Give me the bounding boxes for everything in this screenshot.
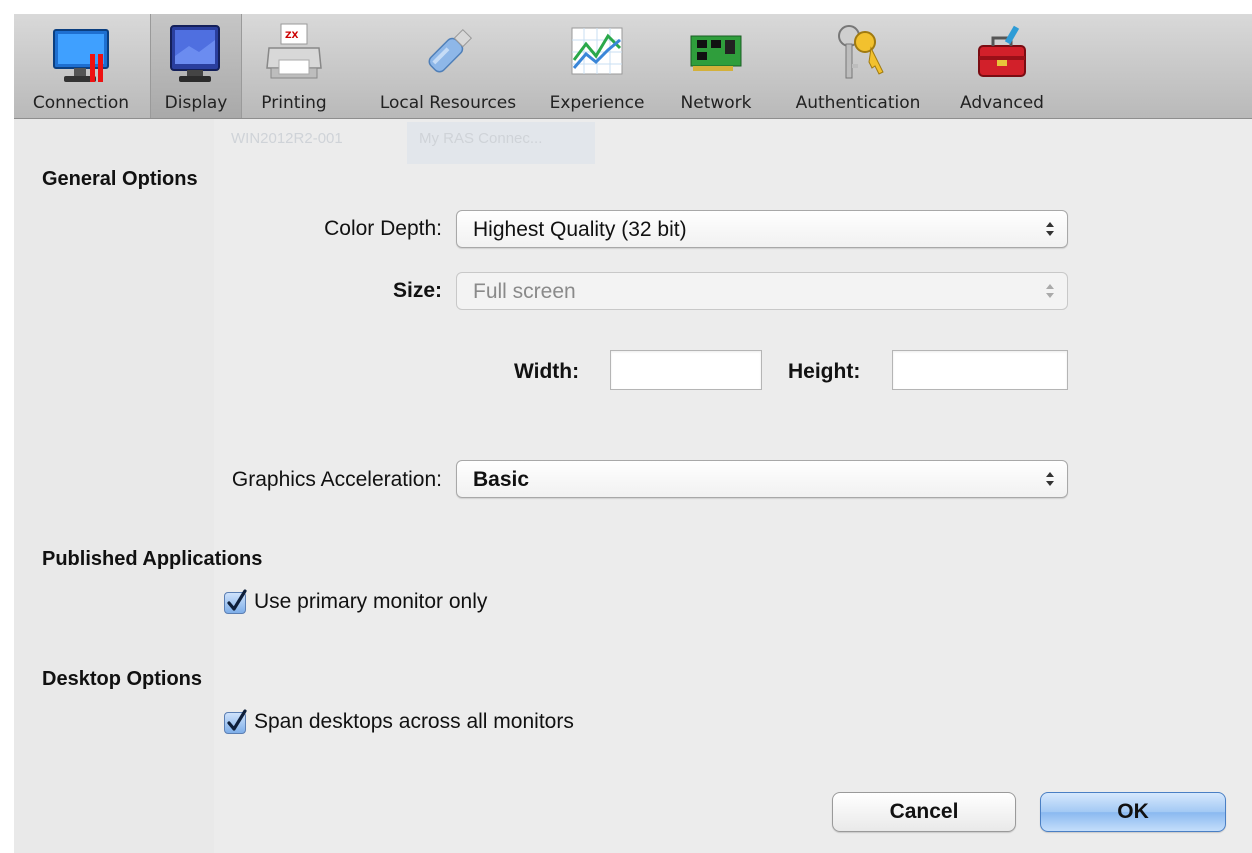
toolbar: Connection Display ZX Printing Local Res… — [14, 14, 1252, 119]
tab-experience[interactable]: Experience — [538, 14, 656, 118]
tab-label: Authentication — [795, 93, 921, 113]
popup-arrows-icon — [1046, 472, 1054, 486]
popup-arrows-icon — [1046, 222, 1054, 236]
monitor-plug-icon — [53, 29, 109, 82]
tab-label: Advanced — [960, 93, 1044, 113]
desktop-options-title: Desktop Options — [42, 668, 203, 690]
height-label: Height: — [788, 360, 861, 383]
height-field[interactable] — [892, 350, 1068, 390]
background-pane — [14, 119, 214, 853]
display-monitor-icon — [170, 25, 220, 82]
checkmark-icon — [227, 709, 247, 731]
primary-monitor-checkbox[interactable] — [224, 589, 247, 614]
keys-icon — [838, 25, 884, 79]
width-label: Width: — [514, 360, 580, 383]
printer-icon: ZX — [266, 23, 322, 79]
ok-button[interactable]: OK — [1040, 792, 1226, 832]
tab-label: Local Resources — [379, 93, 517, 113]
primary-monitor-label[interactable]: Use primary monitor only — [254, 590, 487, 614]
tab-local-resources[interactable]: Local Resources — [366, 14, 530, 118]
general-options-title: General Options — [42, 168, 198, 190]
size-label: Size: — [392, 279, 442, 302]
span-desktops-checkbox[interactable] — [224, 709, 247, 734]
svg-text:ZX: ZX — [285, 31, 299, 41]
toolbox-icon — [978, 25, 1026, 77]
checkmark-icon — [227, 589, 247, 611]
tab-display[interactable]: Display — [150, 14, 242, 118]
tab-authentication[interactable]: Authentication — [780, 14, 936, 118]
graph-icon — [571, 27, 623, 75]
tab-label: Connection — [32, 93, 130, 113]
graphics-acceleration-label: Graphics Acceleration: — [231, 468, 442, 491]
color-depth-label: Color Depth: — [324, 217, 442, 240]
color-depth-value: Highest Quality (32 bit) — [473, 218, 687, 241]
popup-arrows-icon — [1046, 284, 1054, 298]
usb-drive-icon — [428, 28, 473, 73]
background-cell: My RAS Connec... — [419, 130, 543, 147]
tab-label: Display — [164, 93, 228, 113]
tab-printing[interactable]: ZX Printing — [248, 14, 340, 118]
size-popup[interactable]: Full screen — [456, 272, 1068, 310]
published-applications-title: Published Applications — [42, 548, 263, 570]
graphics-acceleration-popup[interactable]: Basic — [456, 460, 1068, 498]
tab-label: Network — [680, 93, 752, 113]
size-value: Full screen — [473, 280, 576, 303]
tab-network[interactable]: Network — [670, 14, 762, 118]
background-cell: WIN2012R2-001 — [231, 130, 343, 147]
color-depth-popup[interactable]: Highest Quality (32 bit) — [456, 210, 1068, 248]
graphics-acceleration-value: Basic — [473, 468, 530, 491]
span-desktops-label[interactable]: Span desktops across all monitors — [254, 710, 574, 734]
tab-label: Printing — [261, 93, 327, 113]
tab-advanced[interactable]: Advanced — [950, 14, 1054, 118]
cancel-button[interactable]: Cancel — [832, 792, 1016, 832]
tab-connection[interactable]: Connection — [16, 14, 146, 118]
network-card-icon — [690, 35, 742, 71]
width-field[interactable] — [610, 350, 762, 390]
window: Connection Display ZX Printing Local Res… — [14, 14, 1252, 853]
tab-label: Experience — [549, 93, 645, 113]
